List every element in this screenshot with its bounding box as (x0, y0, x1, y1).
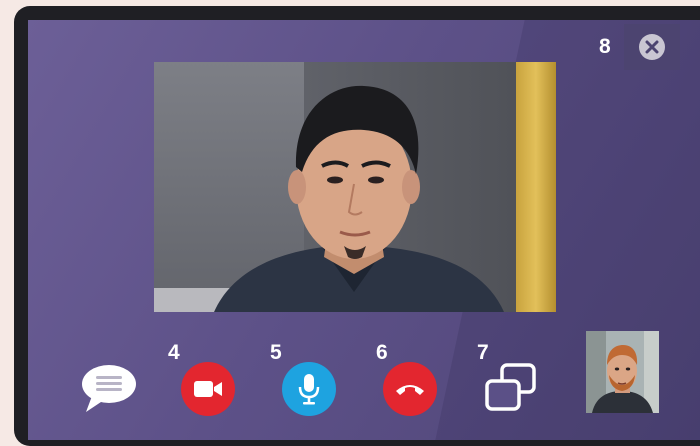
local-participant-image (586, 331, 659, 413)
remote-participant-image (214, 85, 504, 312)
chat-button[interactable] (80, 362, 138, 419)
self-view-thumbnail[interactable] (586, 331, 659, 413)
camera-button[interactable] (181, 362, 235, 416)
switch-windows-button[interactable] (483, 362, 539, 419)
remote-video-feed (154, 62, 556, 312)
switch-windows-icon (485, 363, 536, 411)
speech-bubble-icon (82, 365, 136, 412)
phone-hangup-icon (396, 385, 424, 395)
mic-marker: 5 (270, 341, 282, 364)
microphone-icon (298, 374, 320, 405)
camera-marker: 4 (168, 341, 180, 364)
switch-marker: 7 (477, 341, 489, 364)
video-camera-icon (194, 381, 222, 397)
hangup-marker: 6 (376, 341, 388, 364)
microphone-button[interactable] (282, 362, 336, 416)
hangup-button[interactable] (383, 362, 437, 416)
close-icon (639, 34, 665, 60)
close-marker: 8 (599, 35, 611, 58)
close-button[interactable] (624, 24, 680, 70)
